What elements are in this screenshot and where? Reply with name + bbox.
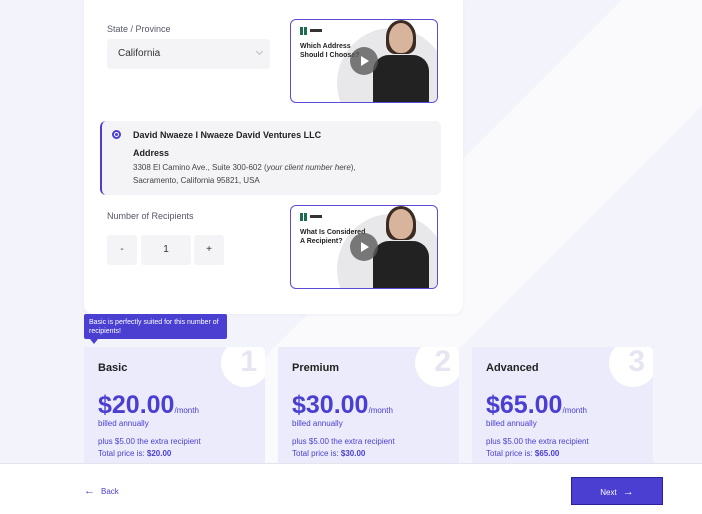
plan-number: 2 <box>434 347 451 378</box>
back-button[interactable]: ← Back <box>84 485 119 497</box>
plan-billed: billed annually <box>292 419 343 428</box>
plan-total-value: $30.00 <box>340 449 366 458</box>
state-select-value: California <box>118 48 161 59</box>
address-line-1-end: ), <box>350 163 356 172</box>
video-what-is-recipient[interactable]: What Is Considered A Recipient? <box>290 205 438 289</box>
plan-period: /month <box>562 406 587 415</box>
plan-billed: billed annually <box>486 419 537 428</box>
address-client-number: your client number here <box>266 163 351 172</box>
arrow-left-icon: ← <box>84 485 95 497</box>
plan-price-value: $65.00 <box>486 391 563 419</box>
plan-tooltip: Basic is perfectly suited for this numbe… <box>84 314 227 344</box>
logo-icon <box>300 26 322 35</box>
plan-billed: billed annually <box>98 419 149 428</box>
next-label: Next <box>600 488 617 497</box>
plan-price-value: $20.00 <box>98 391 175 419</box>
chevron-down-icon <box>255 47 264 56</box>
address-option[interactable]: David Nwaeze I Nwaeze David Ventures LLC… <box>100 121 441 195</box>
address-line-2: Sacramento, California 95821, USA <box>133 176 260 185</box>
plan-total-label: Total price is: <box>292 449 341 458</box>
plan-price: $20.00/month <box>98 391 199 420</box>
plan-extra: plus $5.00 the extra recipient <box>98 437 201 446</box>
plan-period: /month <box>368 406 393 415</box>
plan-price: $65.00/month <box>486 391 587 420</box>
plan-total: Total price is: $30.00 <box>292 449 365 458</box>
increment-button[interactable]: + <box>194 235 224 265</box>
plan-name: Advanced <box>486 362 539 374</box>
video-which-address[interactable]: Which Address Should I Choose? <box>290 19 438 103</box>
plan-card-basic[interactable]: 1 Basic $20.00/month billed annually plu… <box>84 347 265 472</box>
plan-name: Basic <box>98 362 128 374</box>
plan-total-value: $20.00 <box>146 449 172 458</box>
footer-bar: ← Back Next → <box>0 463 702 514</box>
plan-price-value: $30.00 <box>292 391 369 419</box>
plan-number: 3 <box>628 347 645 378</box>
plan-price: $30.00/month <box>292 391 393 420</box>
back-label: Back <box>101 487 119 496</box>
address-heading: Address <box>133 148 170 158</box>
recipients-input[interactable]: 1 <box>141 235 191 265</box>
address-line-1-start: 3308 El Camino Ave., Suite 300-602 ( <box>133 163 267 172</box>
address-line-1: 3308 El Camino Ave., Suite 300-602 (your… <box>133 163 356 172</box>
address-name: David Nwaeze I Nwaeze David Ventures LLC <box>133 130 322 140</box>
state-select[interactable]: California <box>107 39 270 69</box>
decrement-button[interactable]: - <box>107 235 137 265</box>
recipients-label: Number of Recipients <box>107 211 194 221</box>
radio-selected-icon[interactable] <box>112 130 121 139</box>
plan-period: /month <box>174 406 199 415</box>
plan-card-advanced[interactable]: 3 Advanced $65.00/month billed annually … <box>472 347 653 472</box>
plan-total-label: Total price is: <box>98 449 147 458</box>
form-card: State / Province California Which Addres… <box>84 0 463 314</box>
plan-total: Total price is: $20.00 <box>98 449 171 458</box>
plan-card-premium[interactable]: 2 Premium $30.00/month billed annually p… <box>278 347 459 472</box>
plan-extra: plus $5.00 the extra recipient <box>486 437 589 446</box>
plan-number: 1 <box>240 347 257 378</box>
next-button[interactable]: Next → <box>571 477 663 505</box>
plan-extra: plus $5.00 the extra recipient <box>292 437 395 446</box>
plan-total-label: Total price is: <box>486 449 535 458</box>
play-icon[interactable] <box>350 47 378 75</box>
arrow-right-icon: → <box>622 486 634 498</box>
logo-icon <box>300 212 322 221</box>
plan-name: Premium <box>292 362 340 374</box>
play-icon[interactable] <box>350 233 378 261</box>
plan-total: Total price is: $65.00 <box>486 449 559 458</box>
plan-total-value: $65.00 <box>534 449 560 458</box>
state-label: State / Province <box>107 24 171 34</box>
